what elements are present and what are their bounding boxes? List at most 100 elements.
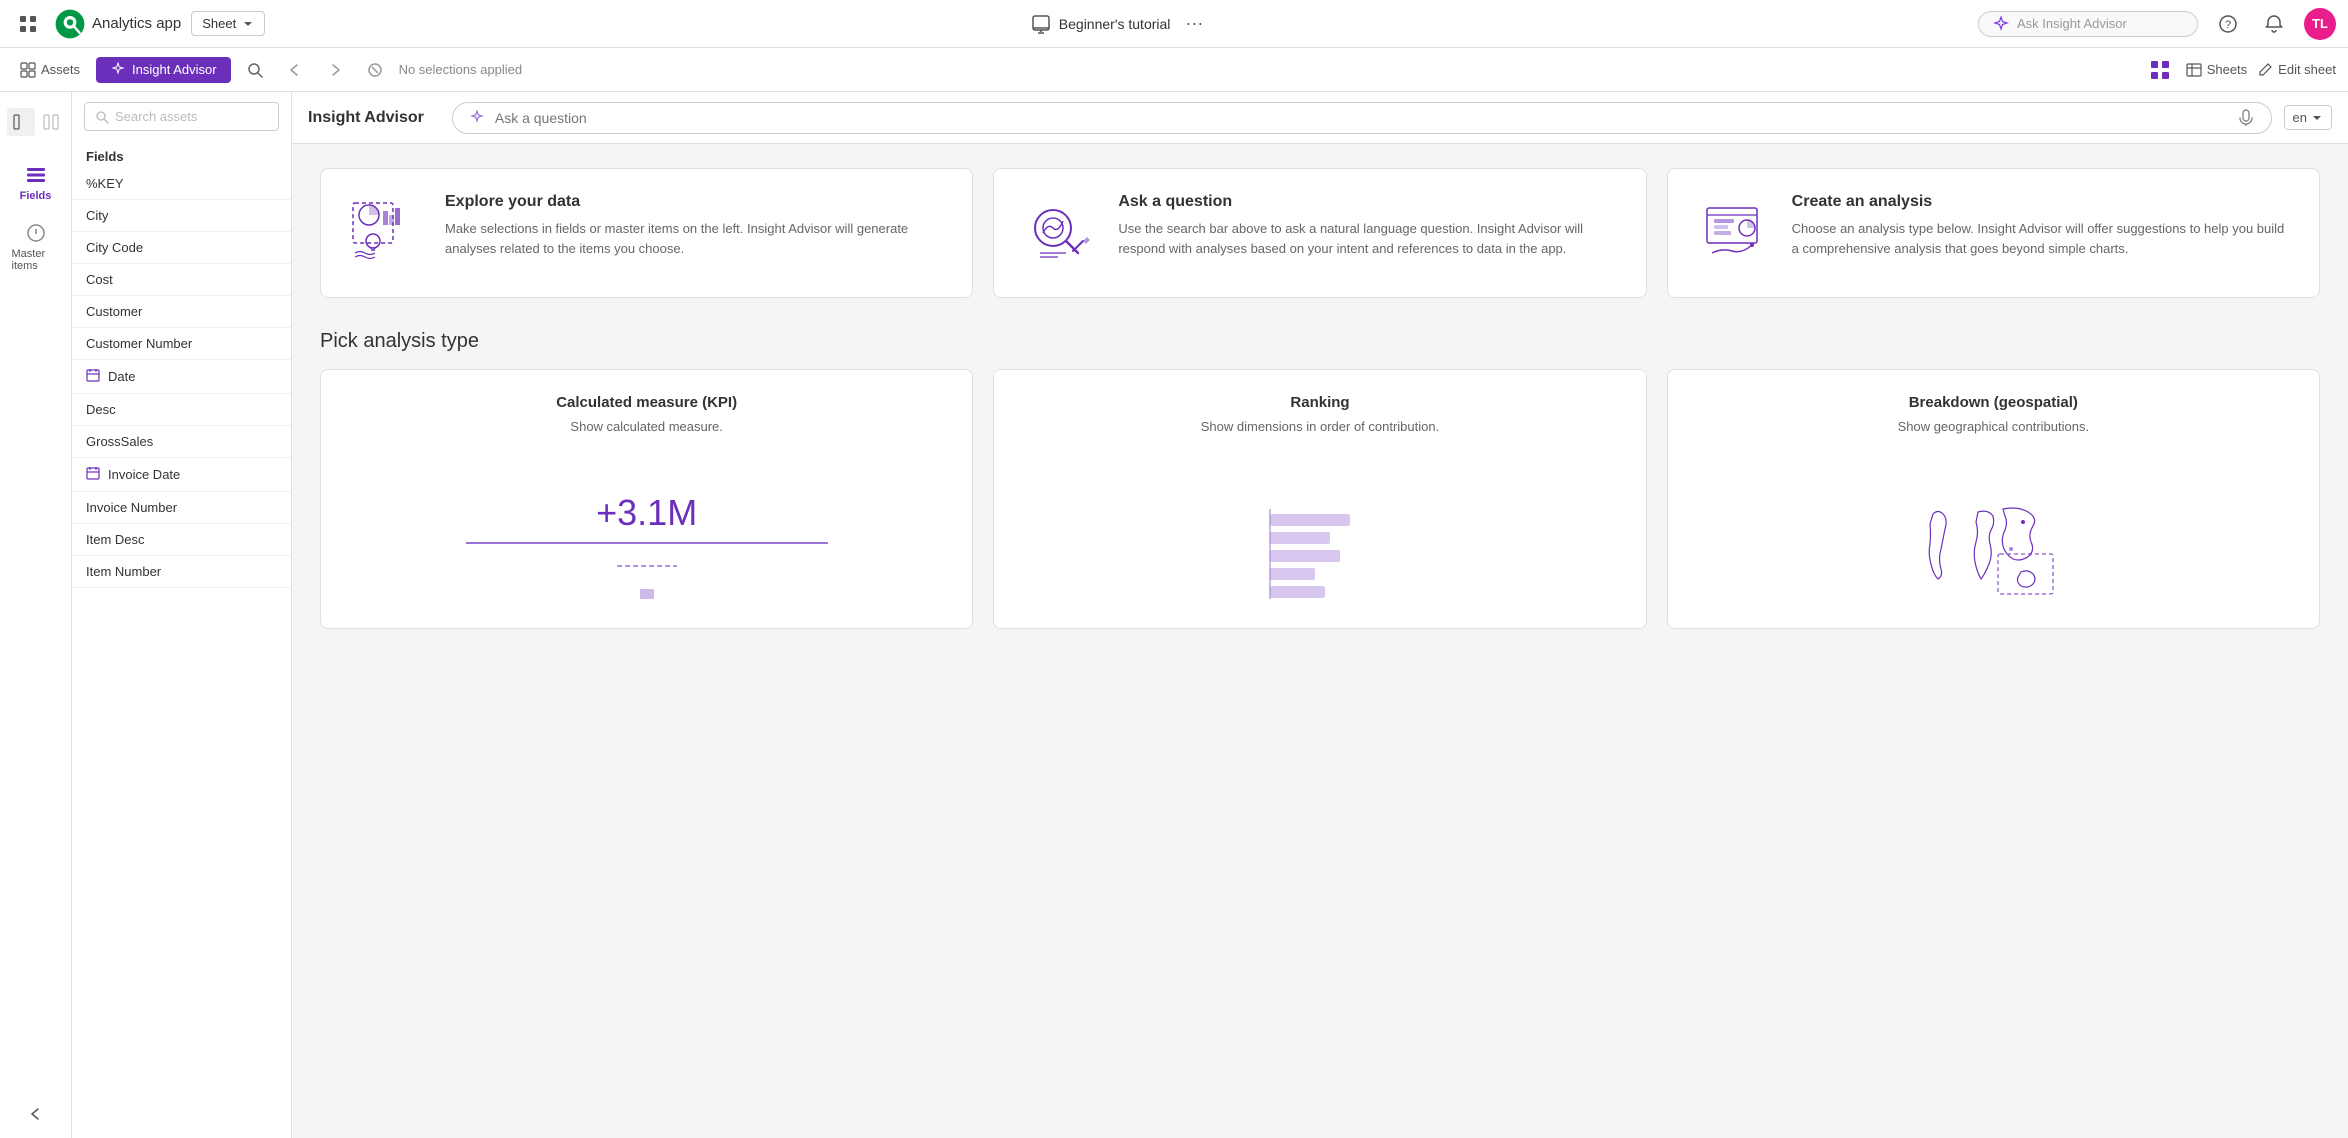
ask-question-icon (1018, 193, 1098, 273)
sheet-dropdown[interactable]: Sheet (191, 11, 265, 36)
main-layout: Fields Master items Search assets Fields (0, 92, 2348, 1138)
field-item-customer[interactable]: Customer (72, 296, 291, 328)
explore-content: Explore your data Make selections in fie… (445, 193, 948, 258)
ia-ask-bar[interactable] (452, 102, 2272, 134)
ia-header: Insight Advisor en (292, 92, 2348, 144)
assets-button[interactable]: Assets (12, 58, 88, 82)
create-analysis-icon (1692, 193, 1772, 273)
ia-question-input[interactable] (495, 110, 2227, 126)
explore-data-card[interactable]: Explore your data Make selections in fie… (320, 168, 973, 298)
field-item-item-number[interactable]: Item Number (72, 556, 291, 588)
field-item-customer-number[interactable]: Customer Number (72, 328, 291, 360)
field-item-city[interactable]: City (72, 200, 291, 232)
field-item-desc[interactable]: Desc (72, 394, 291, 426)
field-date-label: Date (108, 369, 135, 384)
forward-icon[interactable] (319, 54, 351, 86)
sheets-grid-icon[interactable] (2144, 54, 2176, 86)
top-nav: Analytics app Sheet Beginner's tutorial … (0, 0, 2348, 48)
field-item-city-code[interactable]: City Code (72, 232, 291, 264)
field-city-label: City (86, 208, 108, 223)
help-icon[interactable]: ? (2212, 8, 2244, 40)
insight-advisor-button[interactable]: Insight Advisor (96, 57, 231, 83)
edit-icon (2257, 62, 2273, 78)
back-icon[interactable] (279, 54, 311, 86)
geo-description: Show geographical contributions. (1898, 419, 2090, 434)
ask-question-title: Ask a question (1118, 193, 1621, 211)
create-analysis-content: Create an analysis Choose an analysis ty… (1792, 193, 2295, 258)
ia-sparkle-search-icon (469, 110, 485, 126)
fields-panel: Search assets Fields %KEY City City Code… (72, 92, 292, 1138)
kpi-value: +3.1M (596, 492, 697, 534)
toolbar-left: Assets Insight Advisor No selections app… (12, 54, 2136, 86)
svg-text:?: ? (2225, 19, 2231, 31)
create-analysis-description: Choose an analysis type below. Insight A… (1792, 219, 2295, 258)
panel-expand-icon[interactable] (7, 108, 35, 136)
collapse-sidebar-button[interactable] (15, 1093, 57, 1138)
sidebar-item-master-items[interactable]: Master items (6, 214, 66, 280)
field-customer-number-label: Customer Number (86, 336, 192, 351)
analysis-card-geo[interactable]: Breakdown (geospatial) Show geographical… (1667, 369, 2320, 629)
panel-split-icon[interactable] (37, 108, 65, 136)
assets-label: Assets (41, 62, 80, 77)
microphone-icon[interactable] (2237, 109, 2255, 127)
qlik-logo[interactable]: Analytics app (54, 8, 181, 40)
explore-icon (345, 193, 425, 273)
panel-toggle-group (7, 108, 65, 136)
fields-list: %KEY City City Code Cost Customer Custom… (72, 168, 291, 1138)
master-items-label: Master items (12, 248, 60, 272)
assets-icon (20, 62, 36, 78)
calendar-icon-date (86, 368, 100, 385)
kpi-bottom-bar (632, 584, 662, 604)
analysis-card-kpi[interactable]: Calculated measure (KPI) Show calculated… (320, 369, 973, 629)
field-item-invoice-date[interactable]: Invoice Date (72, 458, 291, 492)
field-item-date[interactable]: Date (72, 360, 291, 394)
ai-search-bar[interactable]: Ask Insight Advisor (1978, 11, 2198, 37)
sheets-label: Sheets (2207, 62, 2247, 77)
field-item-item-desc[interactable]: Item Desc (72, 524, 291, 556)
field-customer-label: Customer (86, 304, 142, 319)
create-analysis-title: Create an analysis (1792, 193, 2295, 211)
sidebar-item-fields[interactable]: Fields (6, 156, 66, 210)
field-item-invoice-number[interactable]: Invoice Number (72, 492, 291, 524)
clear-selections-icon[interactable] (359, 54, 391, 86)
toolbar: Assets Insight Advisor No selections app… (0, 48, 2348, 92)
insight-label: Insight Advisor (132, 62, 217, 77)
create-analysis-card[interactable]: Create an analysis Choose an analysis ty… (1667, 168, 2320, 298)
tutorial-icon (1031, 14, 1051, 34)
search-assets-icon (95, 110, 109, 124)
master-items-icon (25, 222, 47, 244)
field-city-code-label: City Code (86, 240, 143, 255)
search-assets-container[interactable]: Search assets (84, 102, 279, 131)
edit-sheet-label: Edit sheet (2278, 62, 2336, 77)
language-selector[interactable]: en (2284, 105, 2332, 130)
lang-chevron-icon (2311, 112, 2323, 124)
search-assets-placeholder: Search assets (115, 109, 197, 124)
user-avatar[interactable]: TL (2304, 8, 2336, 40)
kpi-title: Calculated measure (KPI) (556, 394, 737, 411)
field-gross-sales-label: GrossSales (86, 434, 153, 449)
field-item-desc-label: Item Desc (86, 532, 145, 547)
no-selections-text: No selections applied (399, 62, 523, 77)
sheets-button[interactable]: Sheets (2186, 62, 2247, 78)
field-item-key[interactable]: %KEY (72, 168, 291, 200)
more-options-icon[interactable]: ··· (1178, 8, 1210, 40)
geo-title: Breakdown (geospatial) (1909, 394, 2078, 411)
notifications-icon[interactable] (2258, 8, 2290, 40)
field-item-gross-sales[interactable]: GrossSales (72, 426, 291, 458)
field-item-number-label: Item Number (86, 564, 161, 579)
ask-question-card[interactable]: Ask a question Use the search bar above … (993, 168, 1646, 298)
field-invoice-date-label: Invoice Date (108, 467, 180, 482)
center-title: Beginner's tutorial (1059, 16, 1171, 32)
insight-icon (110, 62, 126, 78)
fields-icon (25, 164, 47, 186)
info-cards-row: Explore your data Make selections in fie… (320, 168, 2320, 298)
analysis-card-ranking[interactable]: Ranking Show dimensions in order of cont… (993, 369, 1646, 629)
analysis-section-title: Pick analysis type (320, 330, 2320, 353)
edit-sheet-button[interactable]: Edit sheet (2257, 62, 2336, 78)
grid-menu-icon[interactable] (12, 8, 44, 40)
sheet-dropdown-label: Sheet (202, 16, 236, 31)
kpi-description: Show calculated measure. (570, 419, 722, 434)
field-item-cost[interactable]: Cost (72, 264, 291, 296)
search-toolbar-icon[interactable] (239, 54, 271, 86)
field-invoice-number-label: Invoice Number (86, 500, 177, 515)
